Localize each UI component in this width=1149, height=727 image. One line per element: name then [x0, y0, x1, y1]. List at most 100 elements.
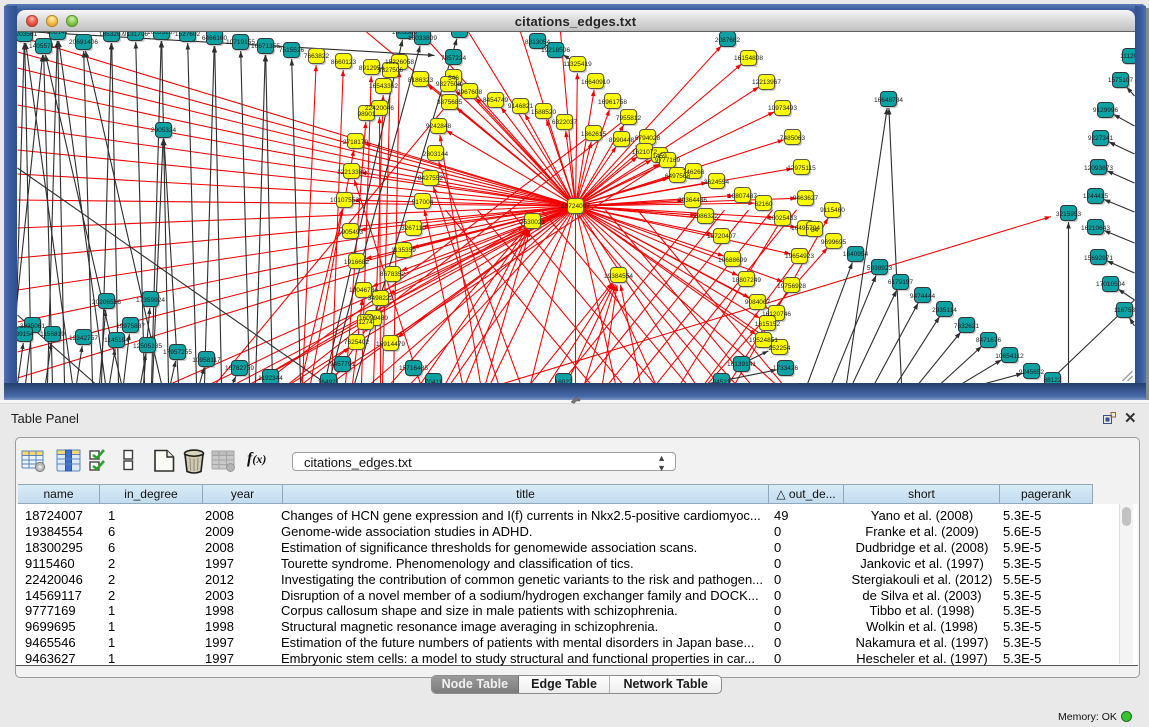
svg-text:12093873: 12093873 [1084, 165, 1113, 172]
svg-text:7632621: 7632621 [953, 323, 979, 330]
svg-text:1362615: 1362615 [580, 131, 606, 138]
svg-text:116753: 116753 [1113, 307, 1134, 314]
svg-text:12505135: 12505135 [133, 343, 162, 350]
svg-text:10807487: 10807487 [728, 193, 757, 200]
svg-text:8454749: 8454749 [482, 97, 508, 104]
svg-text:2718170: 2718170 [342, 139, 368, 146]
svg-text:19524851: 19524851 [749, 337, 778, 344]
svg-text:17957255: 17957255 [163, 349, 192, 356]
svg-text:1145194: 1145194 [104, 337, 129, 344]
svg-text:12213967: 12213967 [752, 79, 781, 86]
svg-text:8813054: 8813054 [524, 39, 550, 46]
svg-text:19218506: 19218506 [541, 47, 570, 54]
svg-text:16139141: 16139141 [727, 361, 756, 368]
svg-text:62160: 62160 [754, 201, 772, 208]
svg-text:1853267: 1853267 [98, 32, 124, 38]
svg-text:1244415: 1244415 [1082, 193, 1108, 200]
svg-text:8990448: 8990448 [608, 137, 634, 144]
svg-text:20206516: 20206516 [92, 299, 121, 306]
svg-text:16543362: 16543362 [369, 83, 398, 90]
svg-text:908141: 908141 [46, 32, 68, 36]
svg-text:164921: 164921 [317, 379, 339, 383]
svg-text:15716485: 15716485 [399, 365, 428, 372]
svg-text:3835061: 3835061 [19, 323, 45, 330]
svg-text:16640910: 16640910 [581, 79, 610, 86]
svg-text:19384554: 19384554 [604, 273, 633, 280]
svg-text:9327506: 9327506 [377, 67, 403, 74]
svg-text:15720407: 15720407 [707, 233, 736, 240]
svg-text:1192344: 1192344 [258, 375, 283, 382]
svg-text:9146821: 9146821 [507, 103, 533, 110]
svg-text:18724007: 18724007 [561, 203, 590, 210]
svg-text:16671355: 16671355 [251, 43, 280, 50]
svg-text:3624554: 3624554 [703, 179, 729, 186]
svg-text:11325419: 11325419 [563, 61, 592, 68]
svg-text:3498222: 3498222 [367, 295, 393, 302]
svg-text:98901: 98901 [357, 111, 375, 118]
svg-text:8660123: 8660123 [330, 59, 356, 66]
svg-text:17359924: 17359924 [136, 297, 165, 304]
svg-text:19654923: 19654923 [785, 253, 814, 260]
svg-text:94521: 94521 [712, 379, 730, 383]
svg-text:9131706: 9131706 [122, 32, 148, 38]
svg-text:9242848: 9242848 [425, 123, 451, 130]
svg-text:2087682: 2087682 [714, 37, 740, 44]
svg-text:16120746: 16120746 [762, 311, 791, 318]
svg-text:10046786: 10046786 [349, 287, 378, 294]
svg-text:16154808: 16154808 [734, 55, 763, 62]
svg-text:9457791: 9457791 [329, 361, 355, 368]
svg-text:1640954: 1640954 [842, 251, 868, 258]
svg-text:746266: 746266 [682, 169, 704, 176]
svg-text:9777169: 9777169 [654, 157, 680, 164]
svg-text:39154: 39154 [17, 331, 34, 338]
svg-text:9227341: 9227341 [1087, 135, 1113, 142]
svg-text:14055714: 14055714 [29, 43, 58, 50]
svg-text:9245652: 9245652 [1018, 369, 1044, 376]
svg-text:7485063: 7485063 [779, 135, 805, 142]
svg-text:84: 84 [810, 227, 818, 234]
svg-text:2967608: 2967608 [456, 89, 482, 96]
svg-text:12213389: 12213389 [337, 169, 366, 176]
svg-text:3267110: 3267110 [401, 225, 426, 232]
svg-text:1527602: 1527602 [174, 32, 200, 38]
svg-text:2935114: 2935114 [932, 307, 957, 314]
svg-text:12975115: 12975115 [787, 165, 816, 172]
svg-text:9129996: 9129996 [1092, 107, 1118, 114]
svg-text:9327508: 9327508 [435, 81, 461, 88]
svg-text:16961758: 16961758 [598, 99, 627, 106]
svg-text:6466160: 6466160 [201, 35, 227, 42]
svg-text:7625402: 7625402 [343, 339, 369, 346]
svg-text:17010504: 17010504 [1096, 281, 1125, 288]
svg-text:6794028: 6794028 [634, 135, 660, 142]
svg-text:20364436: 20364436 [678, 197, 707, 204]
svg-text:2803144: 2803144 [422, 151, 448, 158]
svg-text:1274: 1274 [358, 319, 373, 326]
svg-text:1156819: 1156819 [40, 331, 65, 338]
svg-text:8427552: 8427552 [417, 175, 443, 182]
svg-text:19756928: 19756928 [777, 283, 806, 290]
svg-text:10025433: 10025433 [768, 215, 797, 222]
svg-text:16210643: 16210643 [1081, 225, 1110, 232]
svg-text:19975887: 19975887 [116, 323, 145, 330]
svg-text:9474444: 9474444 [909, 293, 935, 300]
svg-text:16782759: 16782759 [225, 365, 254, 372]
svg-text:15226058: 15226058 [385, 59, 414, 66]
svg-text:20691406: 20691406 [69, 39, 98, 46]
svg-text:70411: 70411 [424, 379, 442, 383]
svg-text:1916682: 1916682 [343, 259, 369, 266]
svg-text:8186323: 8186323 [407, 77, 433, 84]
svg-text:9084067: 9084067 [744, 299, 770, 306]
svg-text:10107552: 10107552 [330, 197, 359, 204]
svg-text:6322037: 6322037 [551, 119, 577, 126]
svg-text:111208: 111208 [1120, 53, 1135, 60]
svg-text:15692971: 15692971 [1084, 255, 1113, 262]
svg-text:16022: 16022 [554, 379, 572, 383]
svg-text:9699695: 9699695 [820, 239, 846, 246]
svg-text:2530021: 2530021 [519, 219, 545, 226]
svg-text:10653267: 10653267 [147, 32, 176, 36]
svg-text:1135359: 1135359 [391, 247, 416, 254]
svg-text:1575107: 1575107 [1107, 77, 1133, 84]
svg-text:1588520: 1588520 [530, 109, 556, 116]
svg-text:2905334: 2905334 [150, 127, 176, 134]
svg-text:1203561: 1203561 [17, 32, 38, 38]
